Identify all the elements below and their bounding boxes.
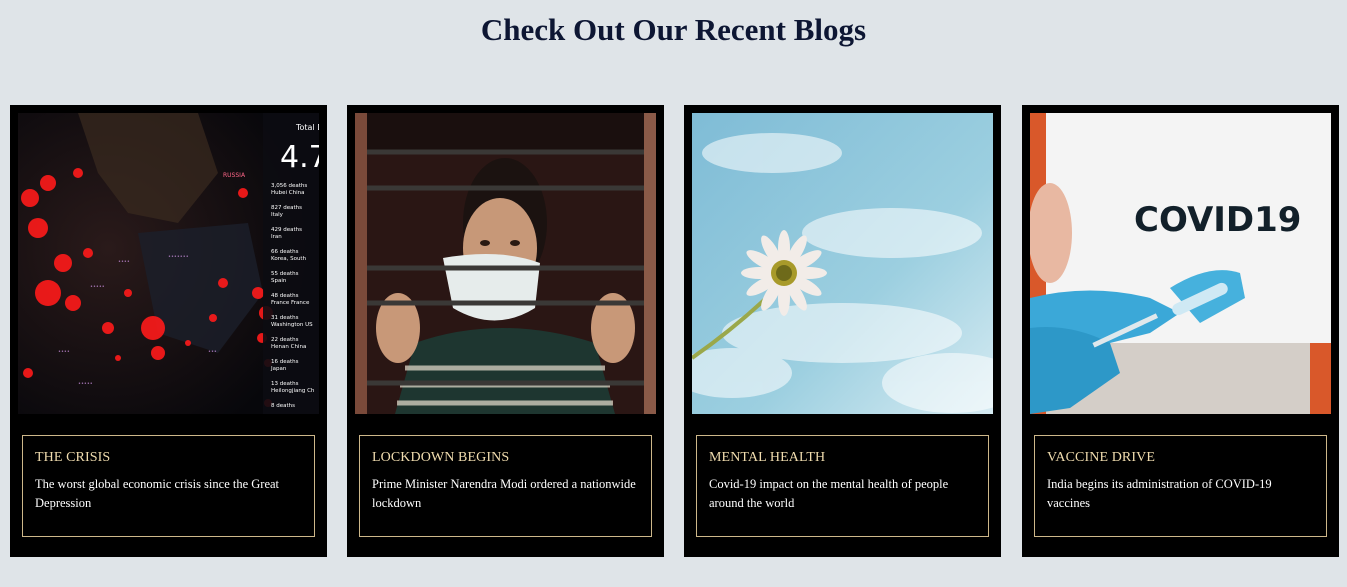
dashboard-row-place: Henan China (271, 344, 306, 350)
svg-text:•••: ••• (208, 349, 217, 355)
covid-map-dashboard-image: •••••••••••••••• •••••••••••• Total De 4… (18, 113, 319, 414)
blog-heading[interactable]: THE CRISIS (35, 450, 302, 466)
blog-image-covid-map[interactable]: •••••••••••••••• •••••••••••• Total De 4… (18, 113, 319, 414)
blog-description: Prime Minister Narendra Modi ordered a n… (372, 477, 636, 510)
dashboard-row-count: 55 deaths (271, 271, 299, 277)
dashboard-region-label: RUSSIA (223, 172, 246, 179)
dashboard-row-count: 429 deaths (271, 227, 302, 233)
dashboard-row-place: Heilongjiang Ch (271, 388, 315, 394)
dashboard-row-place: Japan (270, 366, 287, 372)
dashboard-row-count: 16 deaths (271, 359, 299, 365)
page-title: Check Out Our Recent Blogs (480, 12, 867, 47)
blog-card-lockdown[interactable]: LOCKDOWN BEGINS Prime Minister Narendra … (347, 105, 664, 557)
blog-image-lockdown[interactable] (355, 113, 656, 414)
svg-text:••••: •••• (118, 259, 130, 265)
blog-card-vaccine[interactable]: COVID19 VACCINE DRIVE India begins its a… (1022, 105, 1339, 557)
blog-card-body: VACCINE DRIVE India begins its administr… (1034, 435, 1327, 537)
blog-description: Covid-19 impact on the mental health of … (709, 477, 949, 510)
blog-image-vaccine[interactable]: COVID19 (1030, 113, 1331, 414)
blog-description: The worst global economic crisis since t… (35, 477, 280, 510)
svg-text:•••••••: ••••••• (168, 254, 189, 260)
woman-mask-behind-bars-image (355, 113, 656, 414)
blog-card-body: THE CRISIS The worst global economic cri… (22, 435, 315, 537)
dashboard-row-count: 827 deaths (271, 205, 302, 211)
dashboard-row-place: Washington US (271, 322, 313, 328)
dashboard-total-number: 4.7 (280, 140, 319, 175)
blog-description: India begins its administration of COVID… (1047, 477, 1272, 510)
dashboard-row-place: Hubei China (271, 190, 304, 196)
dashboard-row-count: 48 deaths (271, 293, 299, 299)
dashboard-row-count: 22 deaths (271, 337, 299, 343)
dashboard-row-place: Iran (271, 234, 282, 240)
daisy-against-sky-image (692, 113, 993, 414)
svg-text:•••••: ••••• (90, 284, 105, 290)
blog-heading[interactable]: VACCINE DRIVE (1047, 450, 1314, 466)
covid19-vaccine-sign-image: COVID19 (1030, 113, 1331, 414)
dashboard-row-place: Italy (271, 212, 284, 218)
blog-heading[interactable]: MENTAL HEALTH (709, 450, 976, 466)
svg-text:••••: •••• (58, 349, 70, 355)
svg-text:•••••: ••••• (78, 381, 93, 387)
blog-image-mental-health[interactable] (692, 113, 993, 414)
dashboard-row-place: Korea, South (271, 256, 307, 262)
dashboard-total-label: Total De (295, 123, 319, 132)
blog-card-mental-health[interactable]: MENTAL HEALTH Covid-19 impact on the men… (684, 105, 1001, 557)
blog-card-body: LOCKDOWN BEGINS Prime Minister Narendra … (359, 435, 652, 537)
vaccine-sign-text: COVID19 (1134, 200, 1301, 240)
dashboard-row-place: France France (271, 300, 310, 306)
blog-card-body: MENTAL HEALTH Covid-19 impact on the men… (696, 435, 989, 537)
dashboard-row-count: 3,056 deaths (271, 183, 307, 189)
blog-heading[interactable]: LOCKDOWN BEGINS (372, 450, 639, 466)
dashboard-row-count: 13 deaths (271, 381, 299, 387)
dashboard-row-place: Spain (271, 278, 287, 284)
dashboard-row-count: 66 deaths (271, 249, 299, 255)
blog-card-crisis[interactable]: •••••••••••••••• •••••••••••• Total De 4… (10, 105, 327, 557)
dashboard-row-count: 31 deaths (271, 315, 299, 321)
dashboard-row-count: 8 deaths (271, 403, 295, 409)
